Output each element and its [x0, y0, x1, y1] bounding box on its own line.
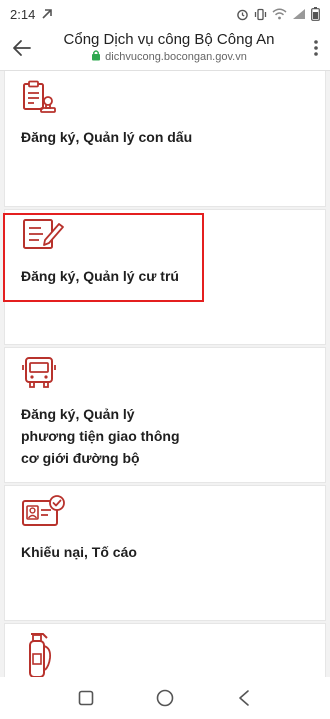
- back-nav-button[interactable]: [224, 678, 264, 718]
- vibrate-icon: [254, 8, 267, 21]
- android-nav-bar: [0, 677, 330, 719]
- chevron-left-icon: [239, 690, 250, 706]
- circle-icon: [156, 689, 174, 707]
- bus-icon: [21, 356, 57, 395]
- arrow-left-icon: [13, 40, 31, 56]
- page-title: Cổng Dịch vụ công Bộ Công An: [63, 31, 275, 48]
- id-card-check-icon: [21, 494, 67, 533]
- status-time: 2:14: [10, 6, 36, 22]
- overflow-menu-button[interactable]: [302, 28, 330, 68]
- services-list: Đăng ký, Quản lý con dấu Đăng ký, Quản l…: [0, 71, 330, 677]
- service-card-khieu-nai[interactable]: Khiếu nại, Tố cáo: [4, 485, 326, 621]
- selection-highlight: [3, 213, 204, 302]
- battery-icon: [311, 7, 320, 21]
- fire-extinguisher-icon: [21, 630, 55, 677]
- home-button[interactable]: [145, 678, 185, 718]
- browser-header: Cổng Dịch vụ công Bộ Công An dichvucong.…: [0, 28, 330, 68]
- service-label: Khiếu nại, Tố cáo: [21, 544, 137, 560]
- wifi-icon: [272, 8, 287, 20]
- back-button[interactable]: [0, 28, 44, 68]
- alarm-icon: [236, 8, 249, 21]
- link-icon: [41, 8, 53, 20]
- more-vertical-icon: [314, 40, 318, 56]
- page-title-block: Cổng Dịch vụ công Bộ Công An dichvucong.…: [44, 31, 302, 65]
- status-bar: 2:14: [0, 0, 330, 28]
- service-card-pccc[interactable]: [4, 623, 326, 677]
- service-card-phuong-tien[interactable]: Đăng ký, Quản lý phương tiện giao thông …: [4, 347, 326, 483]
- lock-icon: [91, 49, 101, 65]
- stamp-icon: [21, 80, 59, 121]
- service-card-con-dau[interactable]: Đăng ký, Quản lý con dấu: [4, 71, 326, 207]
- service-label: Đăng ký, Quản lý phương tiện giao thông …: [21, 406, 180, 466]
- square-icon: [78, 690, 93, 706]
- url-row[interactable]: dichvucong.bocongan.gov.vn: [91, 49, 247, 65]
- service-label: Đăng ký, Quản lý con dấu: [21, 129, 193, 145]
- recents-button[interactable]: [66, 678, 106, 718]
- page-url: dichvucong.bocongan.gov.vn: [105, 51, 247, 63]
- signal-icon: [292, 8, 306, 20]
